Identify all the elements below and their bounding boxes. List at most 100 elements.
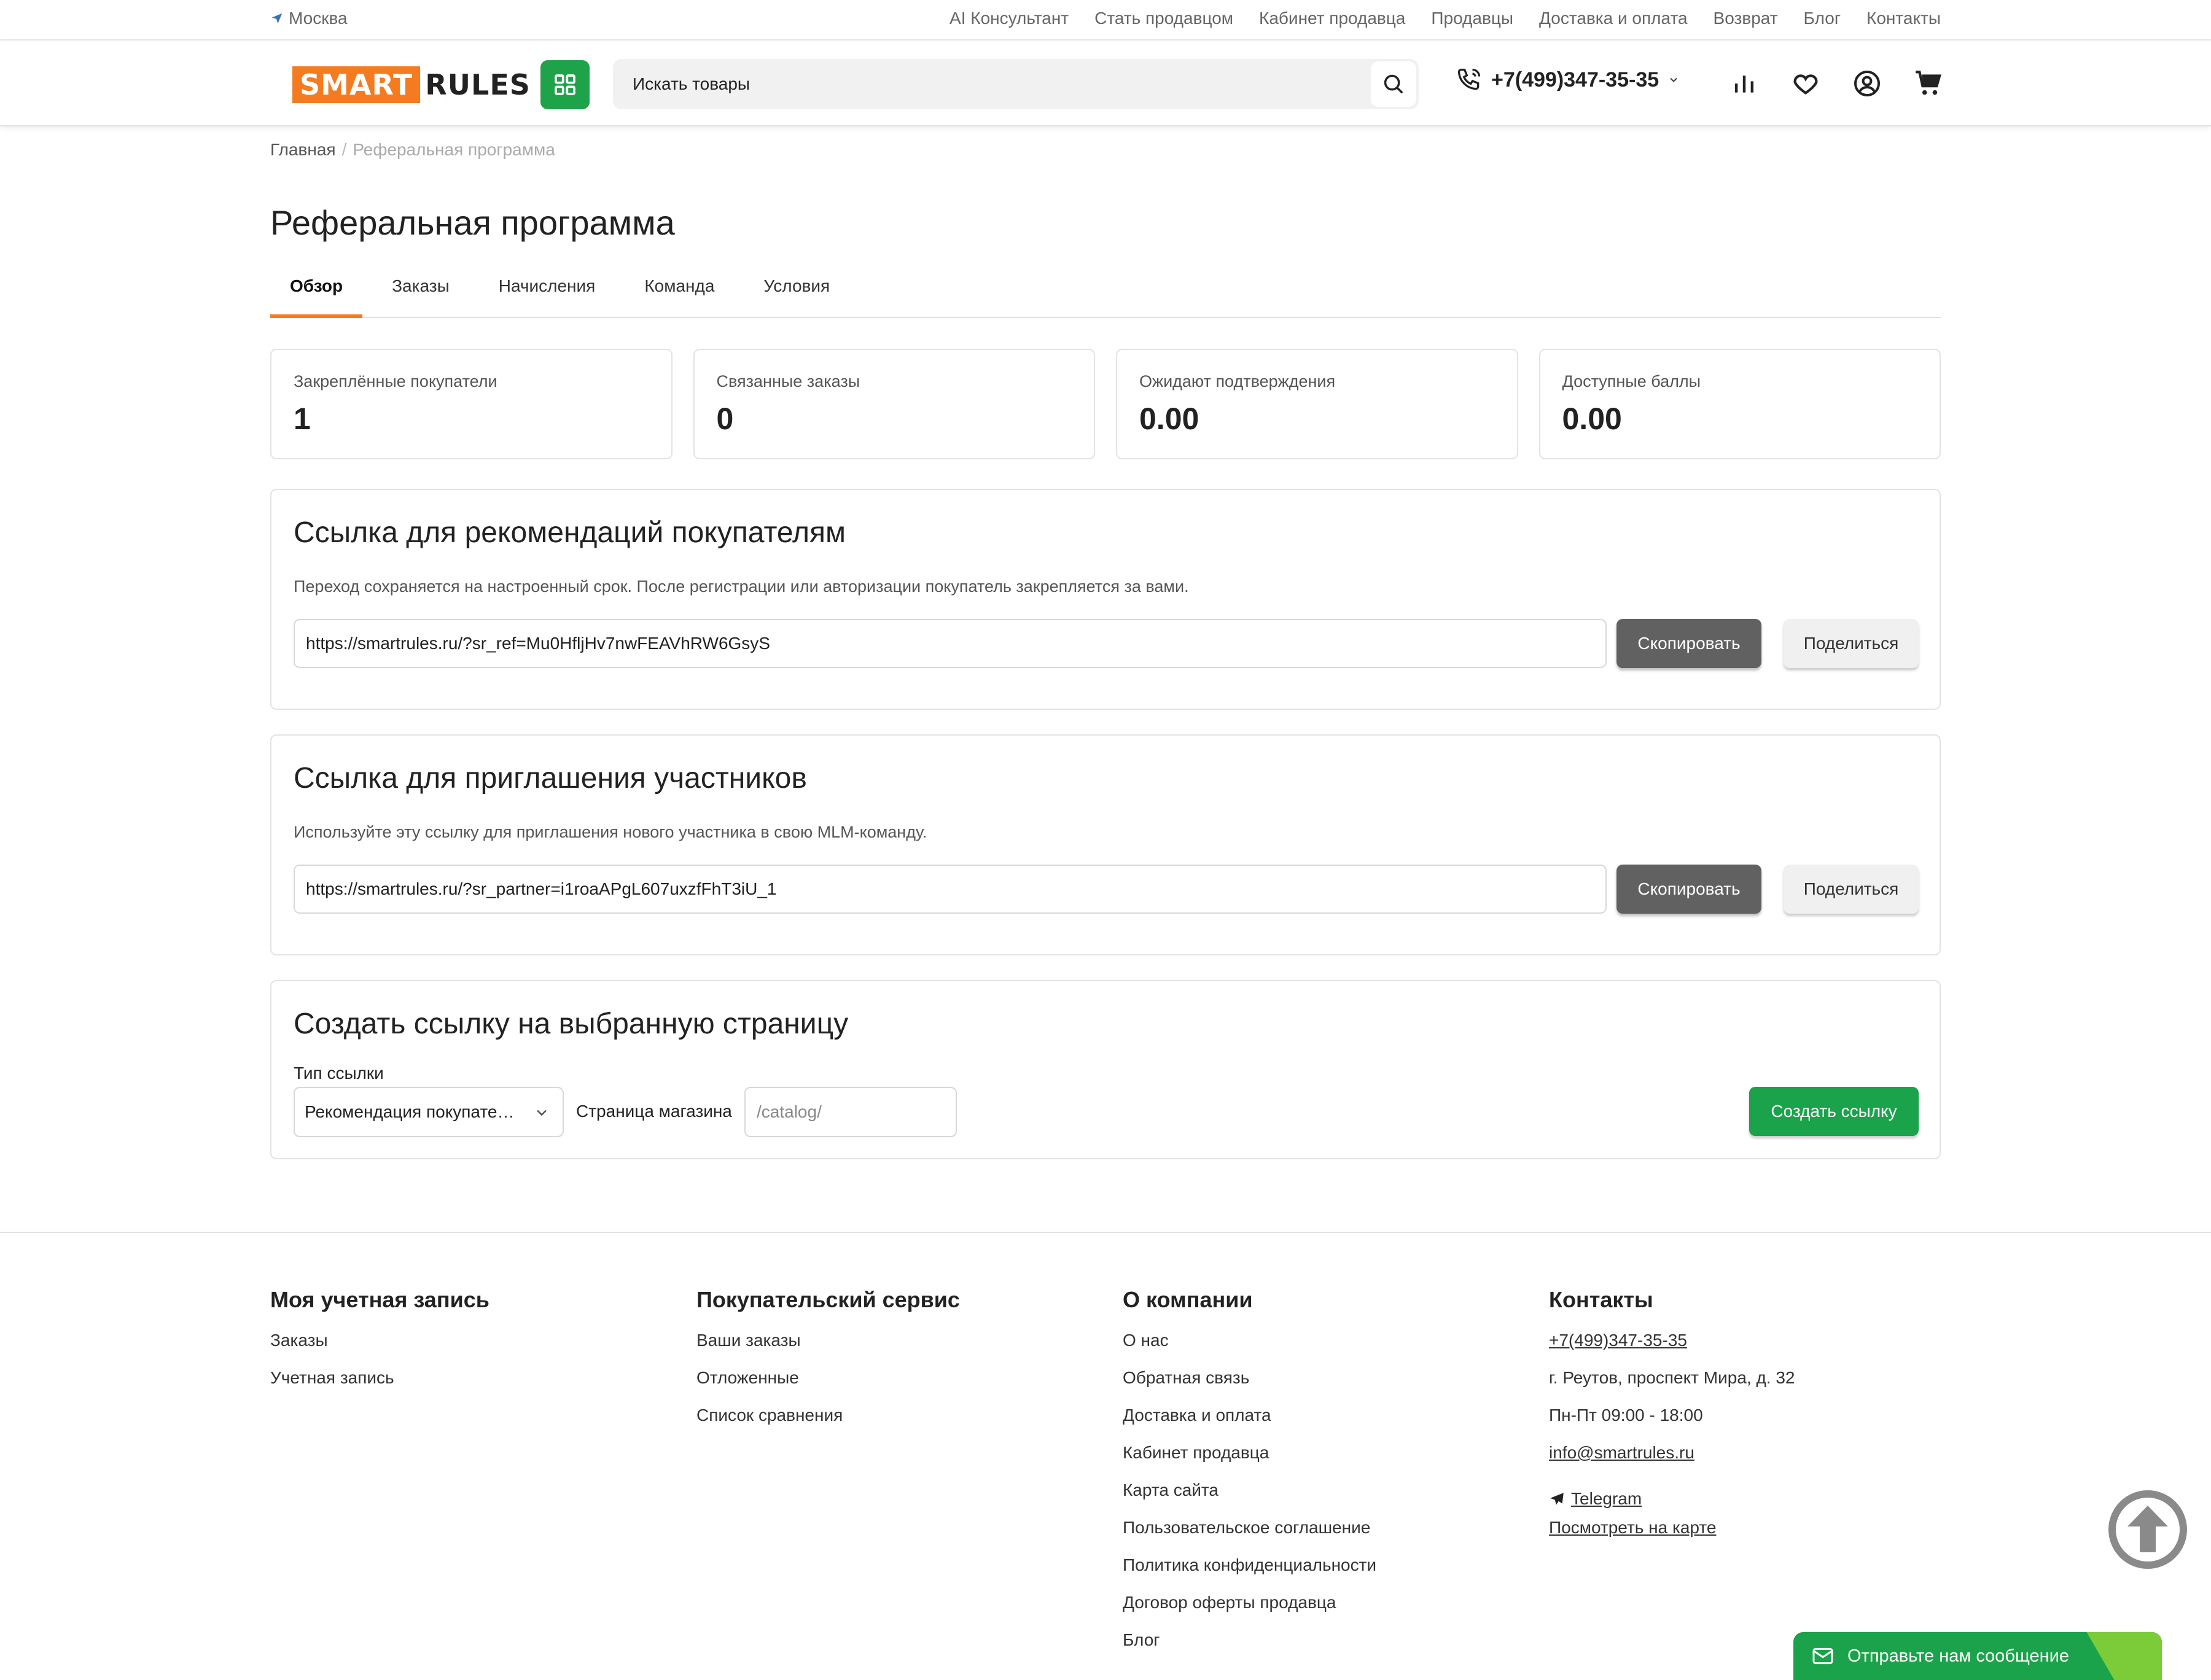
customer-link-input[interactable] [294,619,1607,668]
partner-link-input[interactable] [294,865,1607,914]
site-footer: Моя учетная запись Заказы Учетная запись… [0,1232,2211,1680]
top-link-ai[interactable]: AI Консультант [950,9,1069,28]
partner-link-panel: Ссылка для приглашения участников Исполь… [270,734,1941,955]
breadcrumb-current: Реферальная программа [353,140,555,159]
city-label: Москва [289,9,348,28]
customer-link-share-button[interactable]: Поделиться [1784,619,1919,668]
customer-link-title: Ссылка для рекомендаций покупателям [294,516,846,549]
partner-link-description: Используйте эту ссылку для приглашения н… [294,823,927,841]
telegram-icon [1550,1492,1564,1505]
breadcrumb-home[interactable]: Главная [270,140,336,159]
footer-link-orders[interactable]: Заказы [270,1330,489,1367]
top-link-blog[interactable]: Блог [1804,9,1841,28]
telegram-label: Telegram [1571,1488,1642,1508]
partner-link-share-button[interactable]: Поделиться [1784,865,1919,914]
top-link-contacts[interactable]: Контакты [1866,9,1941,28]
chevron-down-icon [1670,77,1677,82]
heart-icon [1793,74,1818,95]
bar-chart-icon [1734,76,1754,93]
cart-button[interactable] [1911,66,1946,101]
footer-link-saved[interactable]: Отложенные [696,1367,960,1405]
create-link-button[interactable]: Создать ссылку [1749,1087,1919,1136]
phone-icon [1457,68,1481,90]
cart-icon [1916,71,1941,95]
top-bar: Москва AI Консультант Стать продавцом Ка… [0,0,2211,41]
footer-link-seller-offer[interactable]: Договор оферты продавца [1123,1592,1376,1630]
top-link-become-seller[interactable]: Стать продавцом [1094,9,1233,28]
footer-link-blog[interactable]: Блог [1123,1630,1376,1667]
footer-account-title: Моя учетная запись [270,1287,489,1312]
footer-link-compare[interactable]: Список сравнения [696,1405,960,1442]
breadcrumb: Главная / Реферальная программа [270,140,555,160]
arrow-up-circle-icon [2108,1490,2187,1569]
footer-link-account[interactable]: Учетная запись [270,1367,489,1405]
top-link-returns[interactable]: Возврат [1714,9,1778,28]
search-input[interactable] [613,59,1368,109]
top-link-delivery[interactable]: Доставка и оплата [1539,9,1688,28]
stat-value: 0.00 [1562,402,1622,436]
stat-card-orders: Связанные заказы 0 [693,349,1095,459]
customer-link-panel: Ссылка для рекомендаций покупателям Пере… [270,489,1941,710]
store-page-label: Страница магазина [576,1102,732,1121]
tab-accruals[interactable]: Начисления [499,268,596,317]
customer-link-copy-button[interactable]: Скопировать [1616,619,1761,668]
stats-row: Закреплённые покупатели 1 Связанные зака… [270,349,1941,459]
footer-link-privacy[interactable]: Политика конфиденциальности [1123,1555,1376,1592]
chevron-down-icon [537,1110,547,1116]
header-phone[interactable]: +7(499)347-35-35 [1456,66,1680,93]
footer-contacts-title: Контакты [1549,1287,1653,1312]
tab-orders[interactable]: Заказы [392,268,450,317]
envelope-icon [1812,1647,1833,1665]
tab-overview[interactable]: Обзор [270,268,363,318]
tab-team[interactable]: Команда [644,268,714,317]
search-bar [613,59,1419,109]
stat-label: Ожидают подтверждения [1139,372,1336,391]
footer-telegram-link[interactable]: Telegram [1549,1480,1795,1517]
logo-rules: RULES [425,68,531,101]
tab-conditions[interactable]: Условия [763,268,830,317]
footer-link-about[interactable]: О нас [1123,1330,1376,1367]
phone-number: +7(499)347-35-35 [1491,68,1659,91]
partner-link-title: Ссылка для приглашения участников [294,762,807,795]
stat-value: 0 [716,402,734,436]
logo-smart: SMART [292,66,421,103]
footer-link-sitemap[interactable]: Карта сайта [1123,1480,1376,1517]
footer-link-delivery[interactable]: Доставка и оплата [1123,1405,1376,1442]
stat-label: Доступные баллы [1562,372,1701,391]
footer-map-link[interactable]: Посмотреть на карте [1549,1517,1795,1555]
footer-link-feedback[interactable]: Обратная связь [1123,1367,1376,1405]
footer-account-column: Моя учетная запись Заказы Учетная запись [270,1287,489,1405]
site-logo[interactable]: SMART RULES [292,66,536,103]
location-arrow-icon [271,13,283,24]
store-page-input[interactable] [744,1087,957,1137]
chat-label: Отправьте нам сообщение [1847,1646,2070,1666]
top-link-sellers[interactable]: Продавцы [1431,9,1513,28]
footer-email-link[interactable]: info@smartrules.ru [1549,1442,1795,1480]
partner-link-copy-button[interactable]: Скопировать [1616,865,1761,914]
city-selector[interactable]: Москва [270,9,348,28]
footer-phone-link[interactable]: +7(499)347-35-35 [1549,1330,1795,1367]
account-button[interactable] [1850,66,1884,101]
scroll-to-top-button[interactable] [2108,1490,2188,1569]
chat-widget[interactable]: Отправьте нам сообщение [1793,1632,2162,1680]
main-header: SMART RULES +7(499)347-35-35 [0,41,2211,126]
footer-address: г. Реутов, проспект Мира, д. 32 [1549,1368,1795,1387]
search-button[interactable] [1371,61,1416,107]
footer-company-title: О компании [1123,1287,1253,1312]
top-link-seller-cabinet[interactable]: Кабинет продавца [1259,9,1405,28]
search-icon [1384,74,1403,94]
catalog-button[interactable] [540,60,590,109]
breadcrumb-separator: / [341,140,347,159]
footer-link-user-agreement[interactable]: Пользовательское соглашение [1123,1517,1376,1555]
stat-value: 1 [294,402,311,436]
footer-hours: Пн-Пт 09:00 - 18:00 [1549,1406,1703,1425]
footer-company-column: О компании О нас Обратная связь Доставка… [1123,1287,1376,1667]
link-type-value: Рекомендация покупате… [305,1102,515,1121]
stat-card-customers: Закреплённые покупатели 1 [270,349,673,459]
compare-button[interactable] [1727,66,1761,101]
favorites-button[interactable] [1788,66,1823,101]
link-type-select[interactable]: Рекомендация покупате… [294,1087,564,1137]
footer-link-seller-cabinet[interactable]: Кабинет продавца [1123,1442,1376,1480]
footer-link-your-orders[interactable]: Ваши заказы [696,1330,960,1367]
page-title: Реферальная программа [270,203,675,242]
